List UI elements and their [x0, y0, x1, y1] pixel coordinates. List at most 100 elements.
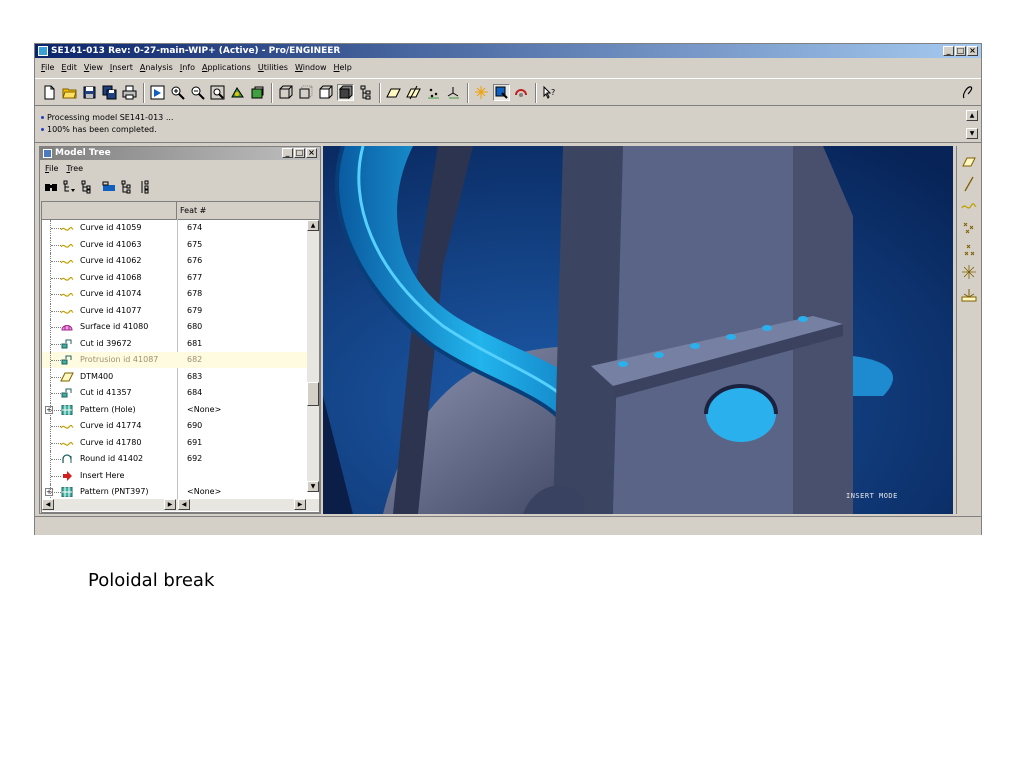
scroll-down-icon[interactable]: ▼: [307, 481, 319, 492]
field-point-tool-icon[interactable]: [961, 264, 977, 280]
tree-row[interactable]: Protrusion id 41087 682: [42, 352, 308, 368]
tree-row[interactable]: + Pattern (PNT397) <None>: [42, 484, 308, 500]
tree-columns-icon[interactable]: [80, 180, 94, 194]
expand-all-icon[interactable]: [120, 180, 134, 194]
tree-row[interactable]: DTM400 683: [42, 368, 308, 385]
status-bar: [35, 516, 981, 535]
wireframe-icon[interactable]: [277, 84, 294, 101]
datum-axis-tool-icon[interactable]: [961, 176, 977, 192]
context-help-icon[interactable]: ?: [541, 84, 558, 101]
feat-number-column[interactable]: Feat #: [180, 202, 206, 219]
toolbar-separator: [143, 83, 145, 103]
tree-row-label: Cut id 41357: [80, 388, 132, 397]
orient-mode-icon[interactable]: [513, 84, 530, 101]
scroll-up-icon[interactable]: ▲: [307, 220, 319, 231]
tree-close-button[interactable]: ×: [306, 148, 317, 158]
tree-maximize-button[interactable]: □: [294, 148, 305, 158]
scroll-thumb[interactable]: [307, 382, 319, 406]
datum-planes-icon[interactable]: [385, 84, 402, 101]
tree-row[interactable]: Surface id 41080 680: [42, 319, 308, 335]
menu-view[interactable]: View: [84, 60, 103, 76]
tree-horizontal-scrollbar[interactable]: ◀ ▶ ◀ ▶: [42, 499, 319, 511]
datum-curve-tool-icon[interactable]: [961, 198, 977, 214]
menu-analysis[interactable]: Analysis: [140, 60, 173, 76]
curve-icon: [60, 306, 74, 316]
menu-info[interactable]: Info: [180, 60, 195, 76]
menu-edit[interactable]: Edit: [61, 60, 77, 76]
bracket-upright: [553, 146, 623, 514]
orient-icon[interactable]: [229, 84, 246, 101]
tree-row-feat-number: 684: [187, 388, 203, 397]
refit-icon[interactable]: [209, 84, 226, 101]
scroll-right-icon[interactable]: ▶: [294, 499, 306, 510]
tree-minimize-button[interactable]: _: [282, 148, 293, 158]
datum-point-tool-icon[interactable]: [961, 220, 977, 236]
shading-icon[interactable]: [337, 84, 354, 101]
open-folder-icon[interactable]: [61, 84, 78, 101]
tree-row[interactable]: Curve id 41068 677: [42, 269, 308, 286]
tree-row[interactable]: + Pattern (Hole) <None>: [42, 401, 308, 418]
tree-row[interactable]: Cut id 39672 681: [42, 335, 308, 352]
graphics-viewport[interactable]: INSERT MODE: [323, 146, 953, 514]
model-tree-toggle-icon[interactable]: [357, 84, 374, 101]
menu-window[interactable]: Window: [295, 60, 327, 76]
repaint-icon[interactable]: [149, 84, 166, 101]
tree-menu-file[interactable]: File: [45, 163, 58, 175]
scroll-left-icon[interactable]: ◀: [42, 499, 54, 510]
saved-views-icon[interactable]: [249, 84, 266, 101]
close-button[interactable]: ×: [967, 46, 978, 56]
tree-row[interactable]: Cut id 41357 684: [42, 385, 308, 401]
menu-help[interactable]: Help: [334, 60, 352, 76]
menu-applications[interactable]: Applications: [202, 60, 251, 76]
toolbar-separator: [379, 83, 381, 103]
scroll-right-icon[interactable]: ▶: [164, 499, 176, 510]
datum-plane-tool-icon[interactable]: [961, 154, 977, 170]
no-hidden-icon[interactable]: [317, 84, 334, 101]
minimize-button[interactable]: _: [943, 46, 954, 56]
coord-sys-tool-icon[interactable]: [961, 286, 977, 302]
spin-center-icon[interactable]: [473, 84, 490, 101]
tree-menu-tree[interactable]: Tree: [66, 163, 83, 175]
selection-filter-icon[interactable]: [493, 84, 510, 101]
new-file-icon[interactable]: [41, 84, 58, 101]
scroll-down-icon[interactable]: ▼: [966, 128, 978, 139]
model-tree-icon: [43, 149, 52, 158]
zoom-out-icon[interactable]: [189, 84, 206, 101]
message-scrollbar[interactable]: ▲ ▼: [966, 110, 978, 140]
tree-row[interactable]: Insert Here: [42, 467, 308, 484]
tree-name-column[interactable]: [42, 202, 177, 219]
tree-row[interactable]: Curve id 41062 676: [42, 253, 308, 269]
print-icon[interactable]: [121, 84, 138, 101]
tree-row-feat-number: 674: [187, 223, 203, 232]
scroll-up-icon[interactable]: ▲: [966, 110, 978, 121]
menu-utilities[interactable]: Utilities: [258, 60, 288, 76]
menu-file[interactable]: File: [41, 60, 54, 76]
zoom-in-icon[interactable]: [169, 84, 186, 101]
menu-insert[interactable]: Insert: [110, 60, 133, 76]
tree-row-label: Cut id 39672: [80, 338, 132, 348]
style-tools-icon[interactable]: [957, 84, 977, 101]
find-icon[interactable]: [44, 180, 58, 194]
tree-row[interactable]: Curve id 41780 691: [42, 434, 308, 451]
show-layers-icon[interactable]: [102, 180, 116, 194]
tree-row[interactable]: Round id 41402 692: [42, 451, 308, 467]
datum-axes-icon[interactable]: [405, 84, 422, 101]
toolbar-separator: [535, 83, 537, 103]
tree-row[interactable]: Curve id 41074 678: [42, 286, 308, 302]
maximize-button[interactable]: □: [955, 46, 966, 56]
datum-points-icon[interactable]: [425, 84, 442, 101]
save-copy-icon[interactable]: [101, 84, 118, 101]
save-icon[interactable]: [81, 84, 98, 101]
tree-vertical-scrollbar[interactable]: ▲ ▼: [307, 220, 319, 492]
tree-row[interactable]: Curve id 41059 674: [42, 220, 308, 236]
tree-filter-icon[interactable]: [62, 180, 76, 194]
coord-sys-icon[interactable]: [445, 84, 462, 101]
tree-column-header: Feat #: [42, 202, 319, 220]
hidden-line-icon[interactable]: [297, 84, 314, 101]
collapse-all-icon[interactable]: [138, 180, 152, 194]
tree-row[interactable]: Curve id 41077 679: [42, 302, 308, 319]
tree-row[interactable]: Curve id 41774 690: [42, 418, 308, 434]
tree-row[interactable]: Curve id 41063 675: [42, 236, 308, 253]
offset-point-tool-icon[interactable]: [961, 242, 977, 258]
scroll-left-icon[interactable]: ◀: [178, 499, 190, 510]
